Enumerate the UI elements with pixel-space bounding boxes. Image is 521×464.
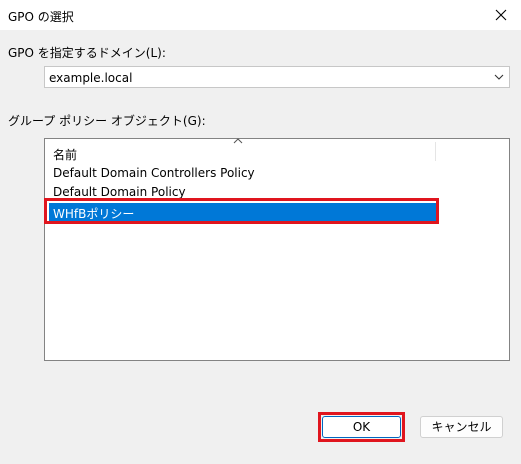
close-icon[interactable]	[491, 5, 511, 25]
title-bar: GPO の選択	[0, 0, 521, 30]
domain-value: example.local	[49, 71, 133, 85]
column-header-label: 名前	[53, 148, 78, 162]
domain-combobox[interactable]: example.local	[44, 66, 510, 88]
domain-label: GPO を指定するドメイン(L):	[8, 46, 166, 60]
window-title: GPO の選択	[8, 10, 74, 24]
chevron-down-icon[interactable]	[493, 71, 505, 83]
highlight-box-ok-button	[318, 412, 405, 442]
cancel-button[interactable]: キャンセル	[420, 416, 503, 438]
gpo-list-label: グループ ポリシー オブジェクト(G):	[8, 114, 206, 128]
sort-ascending-icon	[233, 138, 243, 144]
list-item[interactable]: Default Domain Controllers Policy	[45, 164, 435, 183]
list-item-label: Default Domain Controllers Policy	[53, 166, 255, 180]
column-separator[interactable]	[435, 142, 436, 161]
list-item-label: Default Domain Policy	[53, 185, 186, 199]
gpo-listview[interactable]: 名前 Default Domain Controllers Policy Def…	[44, 138, 510, 361]
column-header-name[interactable]: 名前	[45, 138, 509, 162]
highlight-box-selected-row	[44, 198, 439, 224]
